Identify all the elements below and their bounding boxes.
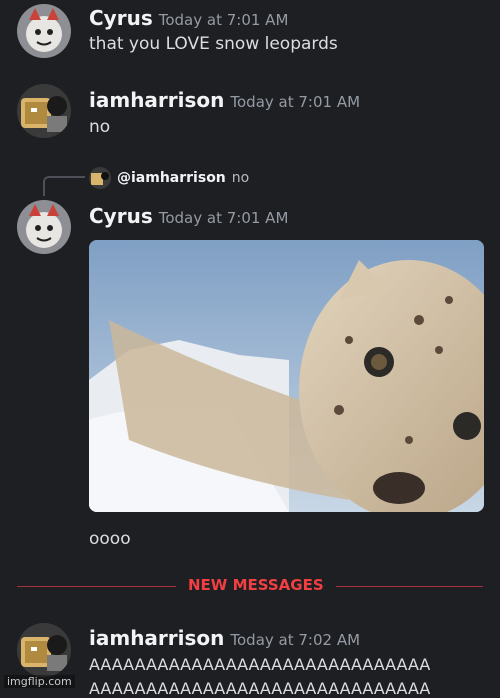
username[interactable]: Cyrus Today at 7:01 AM [89,204,288,228]
iamharrison-avatar[interactable] [17,84,71,138]
username[interactable]: iamharrison Today at 7:01 AM [89,88,360,112]
timestamp: Today at 7:01 AM [158,11,289,29]
imgflip-watermark: imgflip.com [4,675,75,688]
message-content-line-2: AAAAAAAAAAAAAAAAAAAAAAAAAAAAAA [89,679,431,698]
cyrus-avatar[interactable] [17,4,71,58]
username[interactable]: iamharrison Today at 7:02 AM [89,626,360,650]
reply-avatar [89,167,111,189]
reply-connector [43,176,85,196]
timestamp: Today at 7:01 AM [230,93,361,111]
iamharrison-avatar[interactable] [17,623,71,677]
reply-snippet: no [231,170,250,186]
message-content: oooo [89,529,131,549]
message-content-line-1: AAAAAAAAAAAAAAAAAAAAAAAAAAAAAA [89,655,431,674]
username[interactable]: Cyrus Today at 7:01 AM [89,6,288,30]
new-messages-label: NEW MESSAGES [176,576,336,594]
reply-preview[interactable]: @iamharrison no [89,166,249,190]
snow-leopard-image[interactable] [89,240,484,512]
message-content: that you LOVE snow leopards [89,34,338,54]
cyrus-avatar[interactable] [17,200,71,254]
timestamp: Today at 7:01 AM [158,209,289,227]
timestamp: Today at 7:02 AM [230,631,361,649]
reply-username[interactable]: @iamharrison [117,170,226,186]
message-content: no [89,117,111,137]
